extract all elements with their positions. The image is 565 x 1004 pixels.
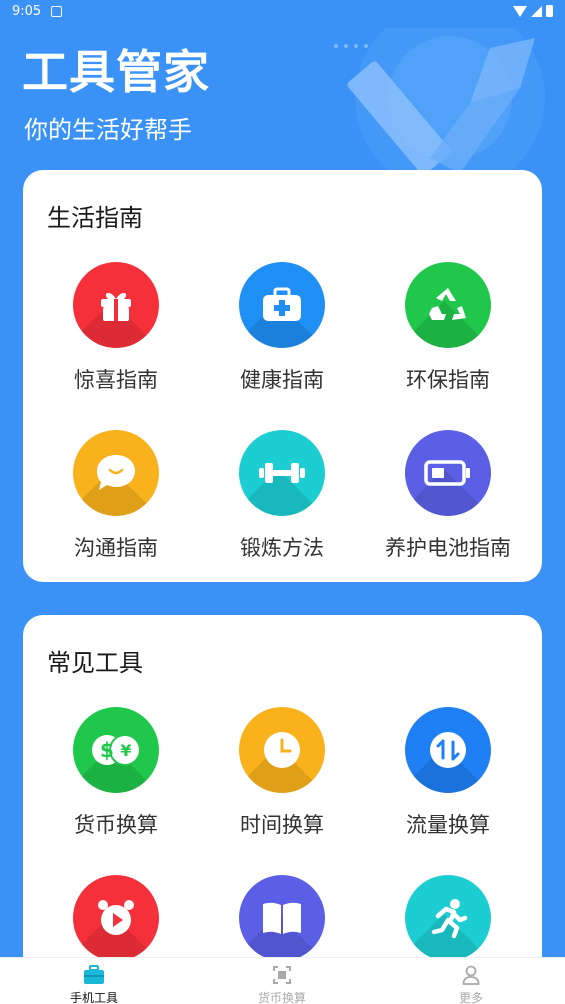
guide-section-title: 生活指南 xyxy=(47,204,143,232)
guide-item-surprise[interactable]: 惊喜指南 xyxy=(33,262,199,394)
svg-text:$: $ xyxy=(100,738,114,762)
tool-item-label: 流量换算 xyxy=(406,813,490,837)
wifi-icon xyxy=(513,5,527,17)
scan-icon xyxy=(222,964,342,986)
notification-icon xyxy=(51,6,62,17)
bottom-nav: 手机工具 货币换算 更多 xyxy=(0,957,565,1004)
gift-icon xyxy=(73,262,159,348)
nav-item-more[interactable]: 更多 xyxy=(411,964,531,1004)
dumbbell-icon xyxy=(239,430,325,516)
chat-bubble-icon xyxy=(73,430,159,516)
tool-item-book[interactable] xyxy=(199,875,365,961)
tools-section-title: 常见工具 xyxy=(47,649,143,677)
signal-icon xyxy=(531,5,542,17)
status-bar: 9:05 xyxy=(0,0,565,24)
guide-item-battery-care[interactable]: 养护电池指南 xyxy=(365,430,531,562)
toolbox-icon xyxy=(34,964,154,986)
nav-label: 货币换算 xyxy=(257,991,306,1004)
tool-item-label: 时间换算 xyxy=(240,813,324,837)
nav-label: 更多 xyxy=(458,991,483,1004)
running-icon xyxy=(405,875,491,961)
tool-item-label: 货币换算 xyxy=(74,813,158,837)
guide-item-exercise[interactable]: 锻炼方法 xyxy=(199,430,365,562)
guide-item-label: 环保指南 xyxy=(406,368,490,392)
guide-item-communication[interactable]: 沟通指南 xyxy=(33,430,199,562)
guide-item-health[interactable]: 健康指南 xyxy=(199,262,365,394)
book-icon xyxy=(239,875,325,961)
tool-item-data[interactable]: 流量换算 xyxy=(365,707,531,839)
user-icon xyxy=(411,964,531,986)
guide-item-label: 养护电池指南 xyxy=(385,536,511,560)
guide-item-eco[interactable]: 环保指南 xyxy=(365,262,531,394)
battery-status-icon xyxy=(546,5,553,17)
nav-item-currency[interactable]: 货币换算 xyxy=(222,964,342,1004)
nav-item-phone-tools[interactable]: 手机工具 xyxy=(34,964,154,1004)
currency-icon: $ ¥ xyxy=(73,707,159,793)
nav-label: 手机工具 xyxy=(69,991,118,1004)
recycle-icon xyxy=(405,262,491,348)
guide-item-label: 锻炼方法 xyxy=(240,536,324,560)
app-title: 工具管家 xyxy=(22,45,210,99)
guide-item-label: 沟通指南 xyxy=(74,536,158,560)
status-icons xyxy=(513,5,553,17)
hero-illustration xyxy=(334,28,545,178)
status-time: 9:05 xyxy=(12,4,42,19)
tool-item-currency[interactable]: $ ¥ 货币换算 xyxy=(33,707,199,839)
tools-card: 常见工具 $ ¥ 货币换算 时间换算 流量换算 xyxy=(23,615,542,975)
tool-item-time[interactable]: 时间换算 xyxy=(199,707,365,839)
app-subtitle: 你的生活好帮手 xyxy=(24,116,192,144)
guide-item-label: 健康指南 xyxy=(240,368,324,392)
svg-text:¥: ¥ xyxy=(120,741,131,760)
data-transfer-icon xyxy=(405,707,491,793)
tool-item-alarm[interactable] xyxy=(33,875,199,961)
guide-card: 生活指南 惊喜指南 健康指南 环保指南 沟通指南 锻炼方法 养护电池指南 xyxy=(23,170,542,582)
guide-item-label: 惊喜指南 xyxy=(74,368,158,392)
medical-kit-icon xyxy=(239,262,325,348)
tool-item-running[interactable] xyxy=(365,875,531,961)
battery-icon xyxy=(405,430,491,516)
alarm-clock-icon xyxy=(73,875,159,961)
clock-icon xyxy=(239,707,325,793)
